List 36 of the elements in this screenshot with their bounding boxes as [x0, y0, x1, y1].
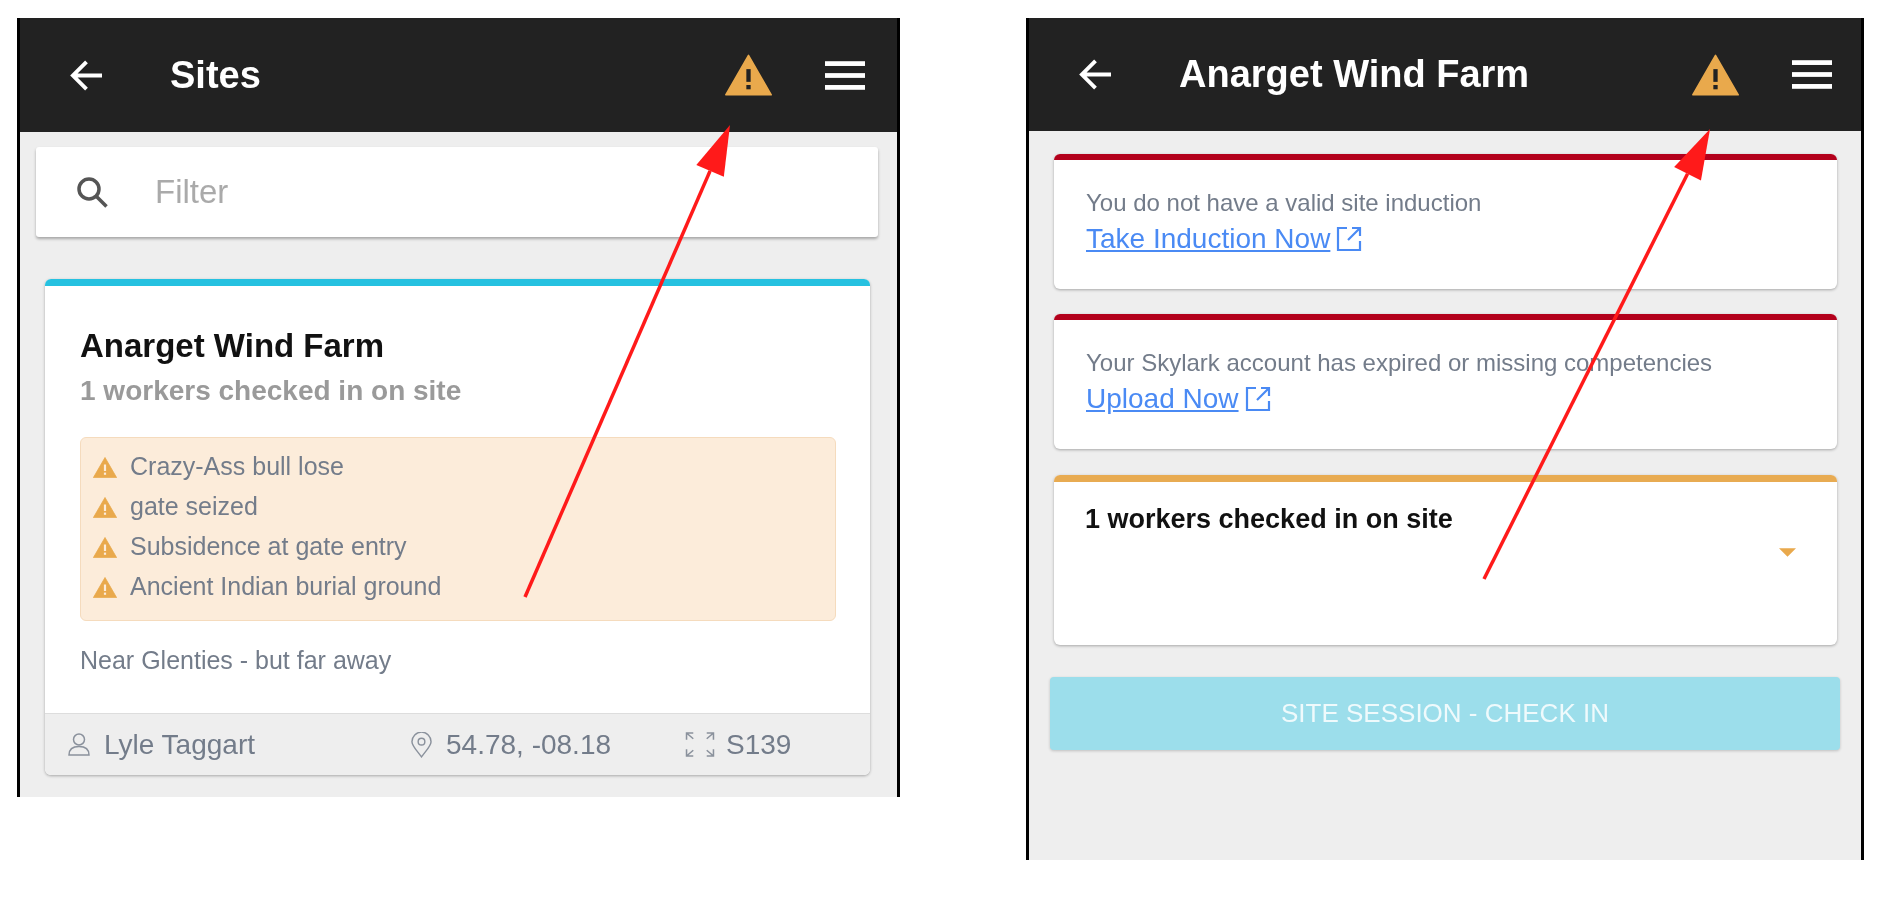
warning-icon	[93, 456, 117, 478]
screen-title: Sites	[170, 52, 261, 98]
hazard-label: Crazy-Ass bull lose	[130, 451, 344, 483]
workers-panel[interactable]: 1 workers checked in on site	[1054, 475, 1837, 645]
site-card[interactable]: Anarget Wind Farm 1 workers checked in on site Crazy-Ass bull lose gate seized Subsidence at gate entry Ancient Indian burial ground Near Glenties - but far away Lyle Taggart 54.78, -08.18 S139	[45, 279, 870, 775]
external-link-icon	[1244, 386, 1271, 412]
coordinates: 54.78, -08.18	[446, 727, 612, 762]
alert-link[interactable]: Take Induction Now	[1086, 222, 1363, 256]
warning-icon	[93, 496, 117, 518]
warning-icon[interactable]	[725, 54, 772, 96]
external-link-icon	[1336, 226, 1363, 252]
hazard-label: Ancient Indian burial ground	[130, 571, 442, 603]
workers-count: 1 workers checked in on site	[80, 374, 463, 408]
warning-icon[interactable]	[1692, 53, 1739, 96]
site-name: Anarget Wind Farm	[80, 326, 386, 366]
menu-icon[interactable]	[825, 60, 865, 90]
location-pin-icon	[411, 731, 432, 758]
back-icon[interactable]	[69, 58, 104, 92]
user-icon	[68, 733, 90, 756]
site-description: Near Glenties - but far away	[80, 645, 393, 675]
back-icon[interactable]	[1078, 58, 1113, 91]
search-icon	[76, 176, 108, 208]
warning-icon	[93, 536, 117, 558]
alert-message: You do not have a valid site induction	[1086, 189, 1482, 217]
contact-name: Lyle Taggart	[104, 727, 255, 762]
search-field[interactable]: Filter	[36, 147, 878, 237]
menu-icon[interactable]	[1792, 60, 1832, 89]
screen-title: Anarget Wind Farm	[1179, 52, 1530, 97]
warning-icon	[93, 576, 117, 598]
workers-count: 1 workers checked in on site	[1085, 503, 1453, 535]
site-code: S139	[726, 727, 792, 762]
alert-link[interactable]: Upload Now	[1086, 382, 1271, 416]
filter-input[interactable]: Filter	[155, 167, 858, 217]
expand-icon	[685, 732, 715, 757]
hazard-label: Subsidence at gate entry	[130, 531, 407, 563]
hazard-label: gate seized	[130, 491, 258, 523]
